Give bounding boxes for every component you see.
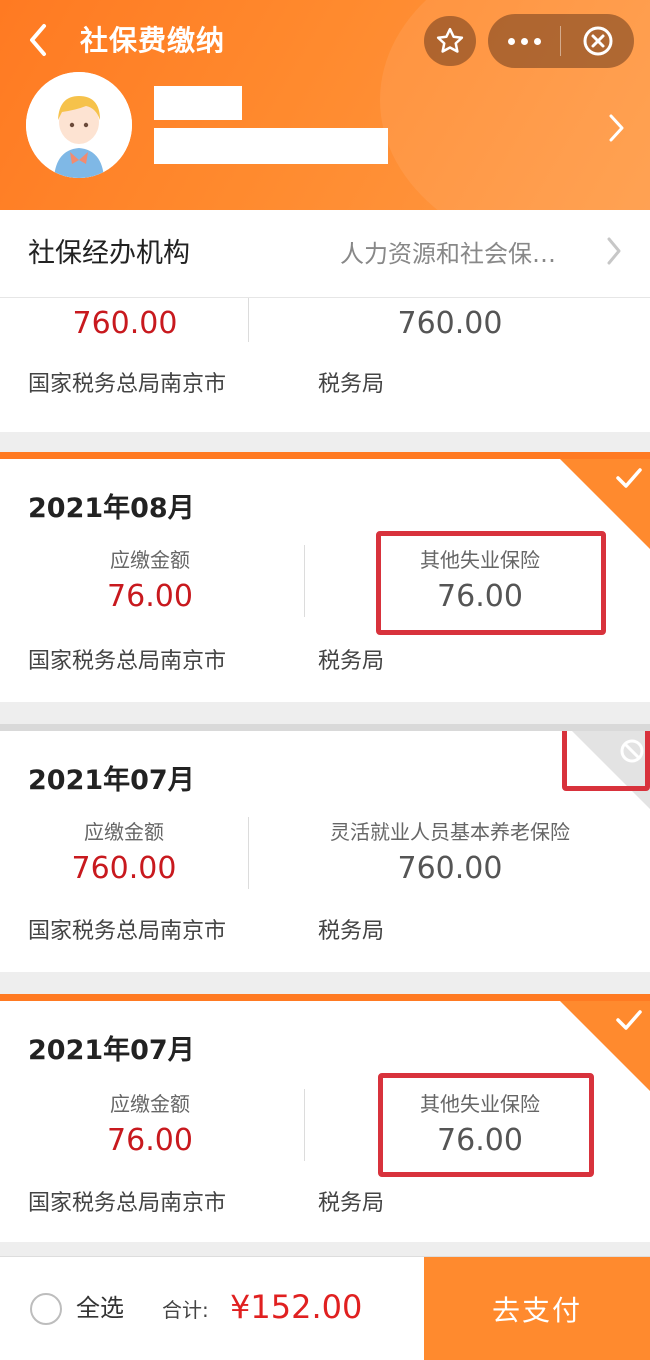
highlight-box [378, 1073, 594, 1177]
amount-value: 760.00 [71, 851, 177, 886]
page-title: 社保费缴纳 [80, 24, 226, 57]
insurance-amount: 760.00 [397, 851, 503, 886]
user-avatar-icon [26, 72, 132, 178]
avatar [26, 72, 132, 178]
redacted-name [154, 86, 242, 120]
payment-record-card[interactable]: 2021年08月 应缴金额 76.00 其他失业保险 76.00 国家税务总局南… [0, 452, 650, 702]
favorite-button[interactable] [424, 16, 476, 66]
chevron-left-icon [30, 24, 46, 56]
pay-button[interactable]: 去支付 [424, 1257, 650, 1360]
payment-record-card[interactable]: 2021年07月 应缴金额 760.00 灵活就业人员基本养老保险 760.00… [0, 724, 650, 972]
back-button[interactable] [22, 20, 62, 60]
close-button[interactable] [561, 14, 634, 68]
column-divider [248, 298, 249, 342]
amount-value: 76.00 [107, 1123, 193, 1158]
star-icon [436, 27, 464, 53]
office-right: 税务局 [318, 372, 385, 397]
total-label: 合计: [162, 1298, 209, 1322]
check-icon [616, 1010, 642, 1030]
chevron-right-icon [609, 114, 624, 142]
agency-value: 人力资源和社会保… [340, 240, 556, 268]
record-date: 2021年07月 [28, 765, 195, 796]
highlight-box [376, 531, 606, 635]
redacted-id [154, 128, 388, 164]
agency-row[interactable]: 社保经办机构 人力资源和社会保… [0, 210, 650, 298]
office-left: 国家税务总局南京市 [28, 372, 227, 397]
office-right: 税务局 [318, 1191, 385, 1216]
insurance-type: 灵活就业人员基本养老保险 [330, 820, 570, 844]
total-value: ¥152.00 [230, 1288, 363, 1326]
office-right: 税务局 [318, 649, 385, 674]
checkout-bar: 全选 合计: ¥152.00 去支付 [0, 1256, 650, 1360]
amount-label: 应缴金额 [84, 820, 164, 844]
record-date: 2021年07月 [28, 1035, 195, 1066]
office-left: 国家税务总局南京市 [28, 919, 227, 944]
column-divider [304, 545, 305, 617]
insurance-amount: 760.00 [397, 306, 503, 341]
highlight-box [562, 731, 650, 791]
column-divider [248, 817, 249, 889]
agency-chevron-icon [604, 234, 624, 279]
agency-section: 社保经办机构 人力资源和社会保… 760.00 760.00 国家税务总局南京市… [0, 210, 650, 432]
select-all-label[interactable]: 全选 [76, 1289, 124, 1327]
amount-label: 应缴金额 [110, 1092, 190, 1116]
office-left: 国家税务总局南京市 [28, 649, 227, 674]
record-date: 2021年08月 [28, 493, 195, 524]
office-left: 国家税务总局南京市 [28, 1191, 227, 1216]
more-icon [507, 37, 515, 45]
amount-value: 76.00 [107, 579, 193, 614]
payment-record-card[interactable]: 2021年07月 应缴金额 76.00 其他失业保险 76.00 国家税务总局南… [0, 994, 650, 1242]
select-all-radio[interactable] [30, 1293, 62, 1325]
close-circle-icon [583, 26, 612, 56]
office-right: 税务局 [318, 919, 385, 944]
header-banner: 社保费缴纳 [0, 0, 650, 210]
column-divider [304, 1089, 305, 1161]
amount-label: 应缴金额 [110, 548, 190, 572]
more-button[interactable] [488, 14, 560, 68]
check-icon [616, 468, 642, 488]
amount-value: 760.00 [72, 306, 178, 341]
miniprogram-capsule [488, 14, 634, 68]
profile-detail-button[interactable] [604, 110, 628, 146]
agency-label: 社保经办机构 [28, 238, 190, 269]
